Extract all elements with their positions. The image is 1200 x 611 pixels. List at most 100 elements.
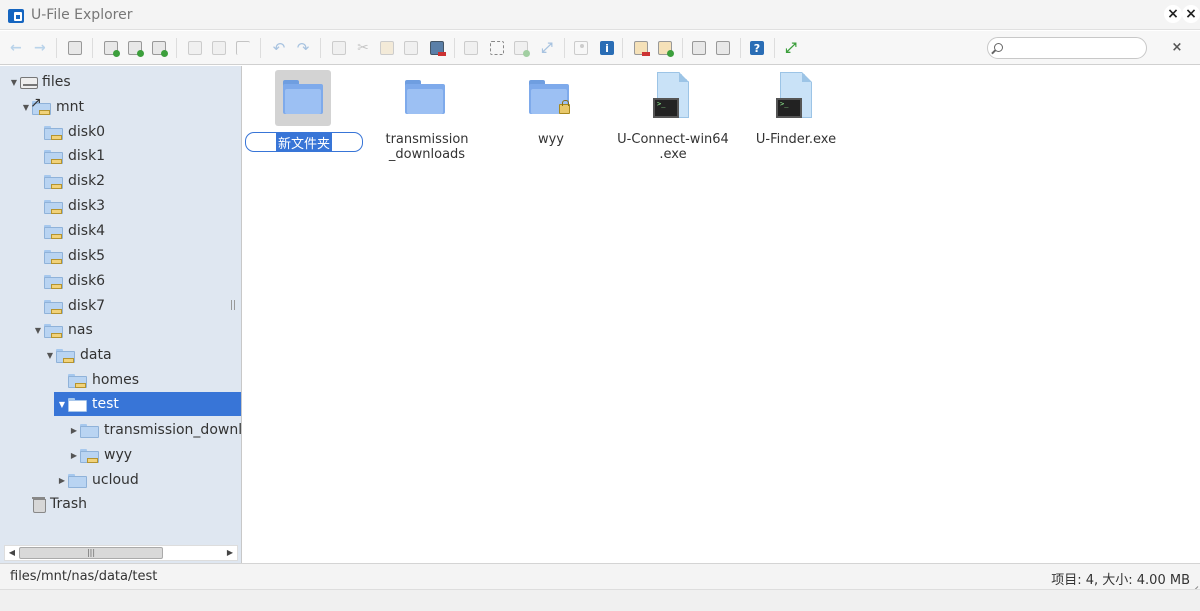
window-title: U-File Explorer [31, 6, 133, 23]
delete-button[interactable] [426, 37, 448, 59]
window-close-button[interactable]: × [1164, 5, 1182, 23]
tree-item-disk5[interactable]: disk5 [32, 244, 105, 268]
back-button[interactable]: ← [6, 37, 28, 59]
scroll-thumb[interactable]: ||| [19, 547, 163, 559]
tree-item-files[interactable]: ▼ files [8, 70, 71, 94]
forward-button[interactable]: → [30, 37, 52, 59]
extract-button[interactable] [630, 37, 652, 59]
tree-item-nas[interactable]: ▼ nas [32, 318, 93, 342]
paste-button[interactable] [376, 37, 398, 59]
cut-icon: ✂ [357, 40, 369, 56]
resize-grip-icon[interactable] [1188, 577, 1198, 587]
collapse-toggle-icon[interactable]: ▶ [68, 426, 80, 435]
file-item[interactable]: U-Connect-win64 .exe [611, 70, 735, 170]
empty-button[interactable] [460, 37, 482, 59]
netmount-icon [68, 41, 82, 55]
tree-item-wyy[interactable]: ▶ wyy [68, 443, 132, 467]
tree-item-disk2[interactable]: disk2 [32, 169, 105, 193]
executable-icon [776, 72, 812, 120]
file-item[interactable]: U-Finder.exe [734, 70, 858, 170]
tree-item-disk0[interactable]: disk0 [32, 120, 105, 144]
fullscreen-button[interactable]: ⤢ [780, 37, 802, 59]
executable-icon [653, 72, 689, 120]
tree-item-disk3[interactable]: disk3 [32, 194, 105, 218]
rename-field[interactable]: 新文件夹 [245, 132, 363, 152]
open-icon [188, 41, 202, 55]
undo-button[interactable]: ↶ [268, 37, 290, 59]
info-button[interactable]: i [596, 37, 618, 59]
help-button[interactable]: ? [746, 37, 768, 59]
upload-button[interactable] [100, 37, 122, 59]
file-item[interactable]: 新文件夹 [243, 70, 367, 170]
drive-icon [20, 77, 38, 89]
current-path: files/mnt/nas/data/test [10, 569, 158, 584]
open-button[interactable] [184, 37, 206, 59]
paste-icon [380, 41, 394, 55]
toolbar: ← → ↶ ↷ ✂ ⤢ i ? ⤢ × [0, 31, 1200, 65]
search-input[interactable] [1006, 39, 1142, 57]
file-name: U-Connect-win64 .exe [617, 132, 729, 162]
expand-toggle-icon[interactable]: ▼ [44, 351, 56, 360]
tree-item-disk4[interactable]: disk4 [32, 219, 105, 243]
mkfile-button[interactable] [124, 37, 146, 59]
app-logo-icon [8, 7, 24, 23]
archive-button[interactable] [654, 37, 676, 59]
window-maximize-button[interactable]: × [1182, 5, 1200, 23]
cut-button[interactable]: ✂ [352, 37, 374, 59]
view-button[interactable] [688, 37, 710, 59]
tree-item-test[interactable]: ▼ test [54, 392, 241, 416]
download-button[interactable] [208, 37, 230, 59]
file-item[interactable]: wyy [489, 70, 613, 170]
expand-toggle-icon[interactable]: ▼ [8, 78, 20, 87]
tree-item-ucloud[interactable]: ▶ ucloud [56, 468, 139, 492]
expand-toggle-icon[interactable]: ▼ [32, 326, 44, 335]
search-clear-button[interactable]: × [1168, 39, 1186, 57]
redo-button[interactable]: ↷ [292, 37, 314, 59]
folder-icon [80, 422, 100, 438]
file-item[interactable]: transmission _downloads [365, 70, 489, 170]
tree-item-disk6[interactable]: disk6 [32, 269, 105, 293]
download-icon [212, 41, 226, 55]
save-button[interactable] [148, 37, 170, 59]
tree-item-disk1[interactable]: disk1 [32, 144, 105, 168]
lock-icon [559, 100, 570, 114]
sidebar-horizontal-scrollbar[interactable]: ◀ ||| ▶ [4, 545, 238, 561]
copy-icon [332, 41, 346, 55]
file-view[interactable]: 新文件夹 transmission _downloads wyy U-Conne… [243, 66, 1200, 563]
expand-toggle-icon[interactable]: ▼ [56, 400, 68, 409]
netmount-button[interactable] [64, 37, 86, 59]
tree-item-mnt[interactable]: ▼ mnt [20, 95, 84, 119]
tree-item-homes[interactable]: homes [56, 368, 139, 392]
folder-icon [44, 298, 64, 314]
resize-button[interactable]: ⤢ [536, 37, 558, 59]
tree-item-transmission-downloads[interactable]: ▶ transmission_downloa [68, 418, 241, 442]
back-icon: ← [10, 40, 22, 56]
collapse-toggle-icon[interactable]: ▶ [56, 476, 68, 485]
sort-button[interactable] [712, 37, 734, 59]
folder-icon [44, 198, 64, 214]
select-button[interactable] [232, 37, 254, 59]
status-bar: files/mnt/nas/data/test 项目: 4, 大小: 4.00 … [0, 563, 1200, 589]
redo-icon: ↷ [296, 39, 310, 57]
preview-button[interactable] [570, 37, 592, 59]
duplicate-button[interactable] [400, 37, 422, 59]
locked-folder-icon [529, 80, 570, 114]
list-view-icon [692, 41, 706, 55]
folder-icon [56, 347, 76, 363]
folder-stats: 项目: 4, 大小: 4.00 MB [1051, 573, 1190, 588]
tree-item-data[interactable]: ▼ data [44, 343, 112, 367]
collapse-toggle-icon[interactable]: ▶ [68, 451, 80, 460]
tree-item-disk7[interactable]: disk7 [32, 294, 105, 318]
eye-icon [574, 41, 588, 55]
tree-item-trash[interactable]: Trash [20, 492, 87, 516]
sidebar-resize-handle[interactable] [231, 300, 235, 310]
fullscreen-icon: ⤢ [785, 40, 797, 56]
empty-icon [464, 41, 478, 55]
forward-icon: → [34, 40, 46, 56]
scroll-left-icon[interactable]: ◀ [7, 548, 17, 558]
copy-button[interactable] [328, 37, 350, 59]
info-icon: i [600, 41, 614, 55]
select-all-button[interactable] [486, 37, 508, 59]
rename-button[interactable] [510, 37, 532, 59]
scroll-right-icon[interactable]: ▶ [225, 548, 235, 558]
